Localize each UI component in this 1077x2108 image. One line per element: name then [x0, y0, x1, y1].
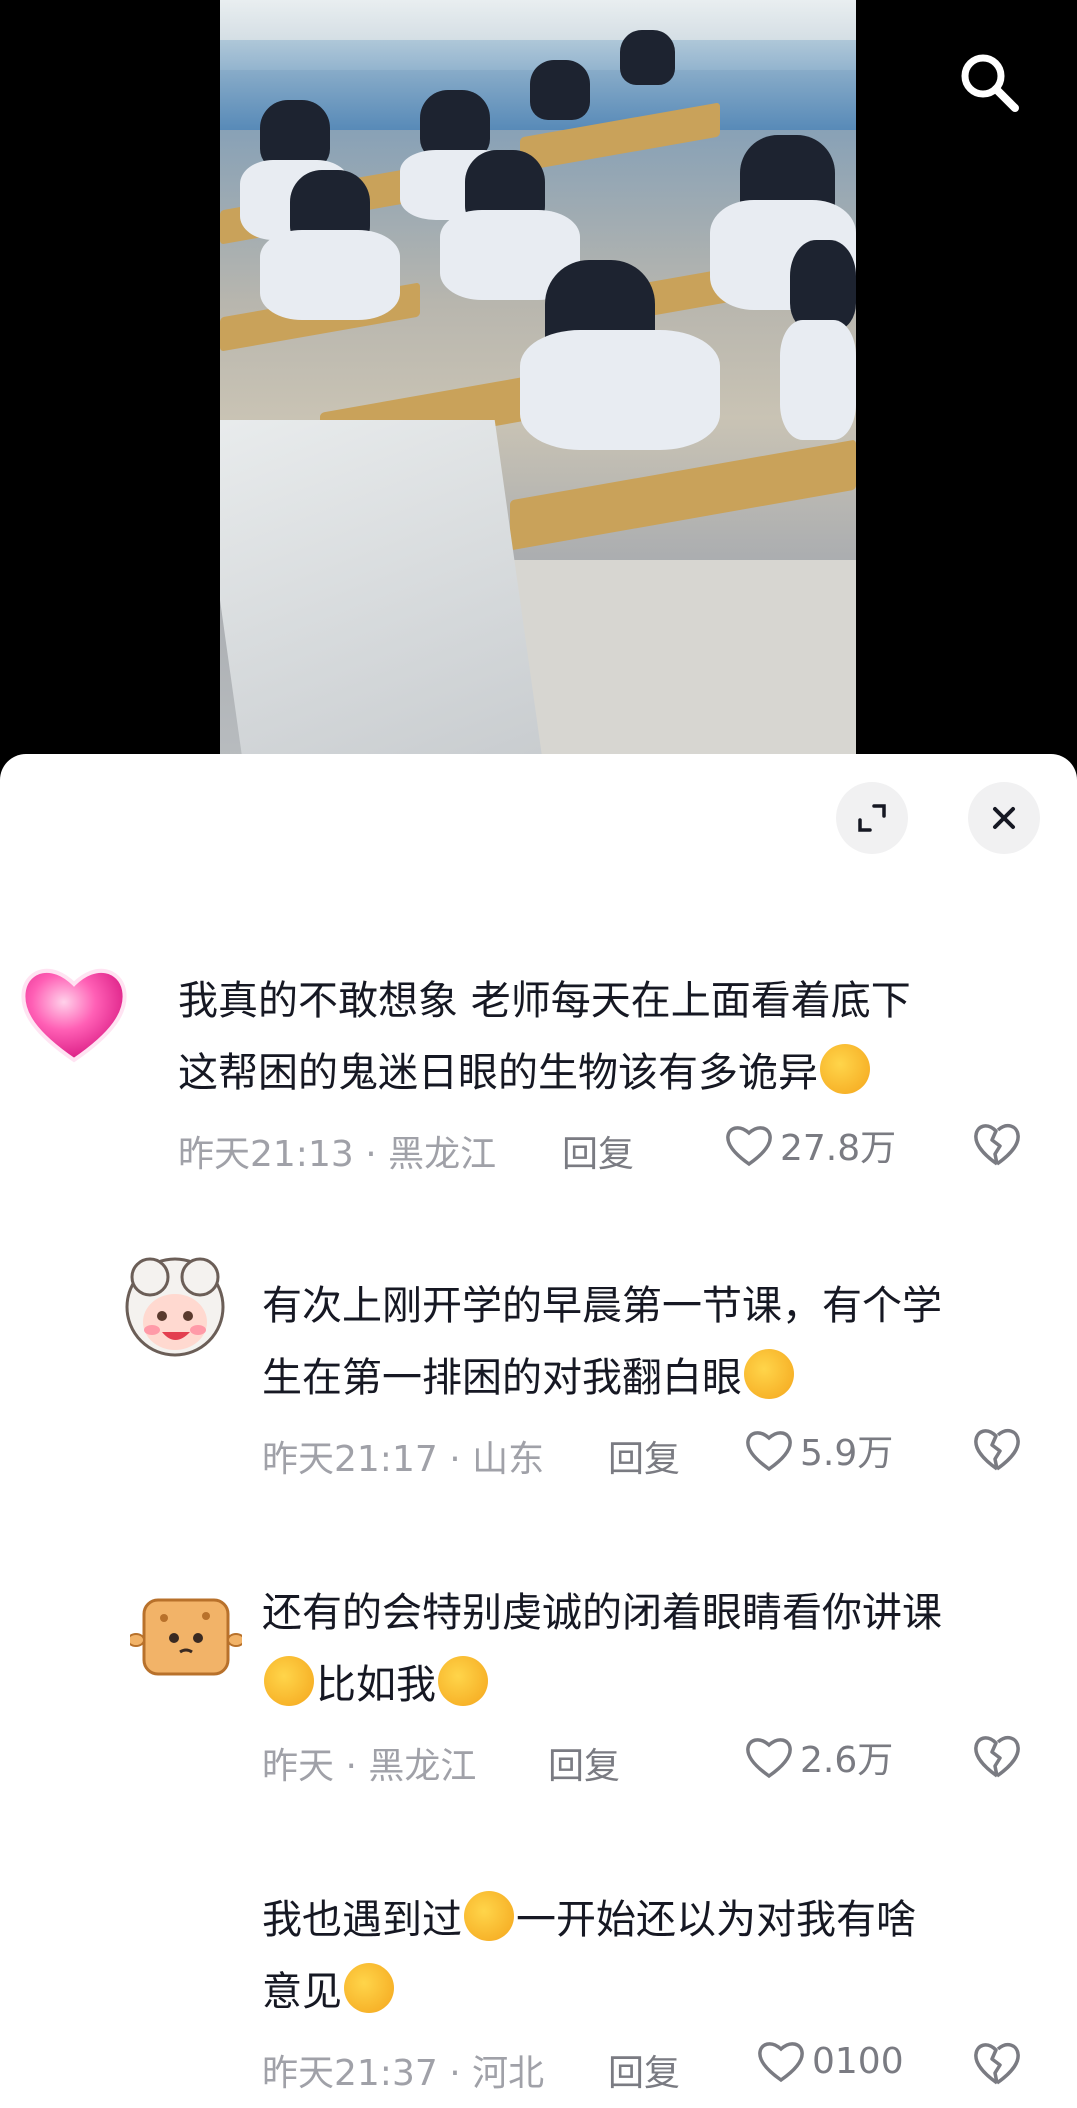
like-button[interactable]: 0100 — [756, 2038, 904, 2084]
comment-line-text: 一开始还以为对我有啥 — [516, 1897, 916, 1943]
crying-laughing-emoji-icon — [344, 1963, 394, 2013]
student — [790, 240, 856, 330]
comment-line-text: 意见 — [262, 1969, 342, 2015]
student — [780, 320, 856, 440]
comment-line: 有次上刚开学的早晨第一节课，有个学 — [262, 1283, 942, 1329]
comment-line-text: 生在第一排困的对我翻白眼 — [262, 1355, 742, 1401]
comment-text: 有次上刚开学的早晨第一节课，有个学 生在第一排困的对我翻白眼 — [262, 1270, 942, 1414]
yawn-emoji-icon — [744, 1349, 794, 1399]
comment-time: 昨天 — [262, 1746, 335, 1787]
heart-outline-icon — [726, 1126, 772, 1167]
sheep-icon — [125, 1257, 225, 1357]
student — [530, 60, 590, 120]
comment-line-text: 比如我 — [316, 1662, 436, 1708]
like-count: 5.9万 — [800, 1433, 894, 1474]
teacher-desk — [220, 420, 546, 760]
comment-line: 比如我 — [262, 1649, 942, 1721]
cartoon-sheep-avatar[interactable] — [110, 1252, 240, 1372]
desk — [510, 439, 856, 551]
comment-line: 还有的会特别虔诚的闭着眼睛看你讲课 — [262, 1590, 942, 1636]
comment-time: 昨天21:13 — [178, 1134, 354, 1175]
comment-meta: 昨天21:37 · 河北 — [262, 2044, 544, 2096]
heart-icon — [21, 968, 127, 1063]
dislike-button[interactable] — [972, 1120, 1022, 1168]
comment-meta: 昨天21:17 · 山东 — [262, 1430, 544, 1482]
reply-button[interactable]: 回复 — [608, 2044, 680, 2096]
student — [260, 230, 400, 320]
like-button[interactable]: 27.8万 — [724, 1119, 896, 1171]
crying-laughing-emoji-icon — [264, 1656, 314, 1706]
comment-location: 山东 — [472, 1439, 545, 1480]
video-area[interactable] — [0, 0, 1077, 780]
comment-line-text: 我也遇到过 — [262, 1897, 462, 1943]
video-frame[interactable] — [220, 0, 856, 760]
comment-line-text: 这帮困的鬼迷日眼的生物该有多诡异 — [178, 1050, 818, 1096]
separator: · — [345, 1746, 357, 1787]
headphones-emoji-icon — [438, 1656, 488, 1706]
comment-meta: 昨天21:13 · 黑龙江 — [178, 1125, 496, 1177]
like-button[interactable]: 5.9万 — [744, 1424, 893, 1476]
search-icon — [961, 54, 1019, 112]
comment-location: 河北 — [472, 2053, 545, 2094]
close-icon — [993, 807, 1015, 829]
expand-icon — [858, 804, 886, 832]
comment-line: 生在第一排困的对我翻白眼 — [262, 1342, 942, 1414]
comment-text: 我真的不敢想象 老师每天在上面看着底下 这帮困的鬼迷日眼的生物该有多诡异 — [178, 965, 911, 1109]
like-count: 27.8万 — [780, 1128, 897, 1169]
student — [620, 30, 675, 85]
comment-location: 黑龙江 — [368, 1746, 477, 1787]
dislike-button[interactable] — [972, 1732, 1022, 1780]
expand-button[interactable] — [836, 782, 908, 854]
heart-outline-icon — [746, 1738, 792, 1779]
broken-heart-icon — [974, 2042, 1020, 2085]
heart-outline-icon — [746, 1431, 792, 1472]
like-count: 0100 — [812, 2040, 904, 2082]
reply-button[interactable]: 回复 — [548, 1737, 620, 1789]
comment-line: 我也遇到过 一开始还以为对我有啥 — [262, 1884, 916, 1956]
heart-outline-icon — [758, 2042, 804, 2083]
comment-line: 这帮困的鬼迷日眼的生物该有多诡异 — [178, 1037, 911, 1109]
comment-text: 还有的会特别虔诚的闭着眼睛看你讲课 比如我 — [262, 1577, 942, 1721]
comment-line: 我真的不敢想象 老师每天在上面看着底下 — [178, 978, 911, 1024]
dislike-button[interactable] — [972, 2039, 1022, 2087]
reply-button[interactable]: 回复 — [562, 1125, 634, 1177]
dislike-button[interactable] — [972, 1425, 1022, 1473]
close-button[interactable] — [968, 782, 1040, 854]
comment-time: 昨天21:37 — [262, 2053, 438, 2094]
broken-heart-icon — [974, 1428, 1020, 1471]
hug-emoji-icon — [820, 1044, 870, 1094]
comment-text: 我也遇到过 一开始还以为对我有啥 意见 — [262, 1884, 916, 2028]
like-button[interactable]: 2.6万 — [744, 1731, 893, 1783]
comment-meta: 昨天 · 黑龙江 — [262, 1737, 476, 1789]
search-button[interactable] — [955, 48, 1025, 118]
pink-heart-avatar[interactable] — [16, 956, 132, 1072]
separator: · — [449, 1439, 461, 1480]
broken-heart-icon — [974, 1123, 1020, 1166]
laughing-emoji-icon — [464, 1891, 514, 1941]
separator: · — [365, 1134, 377, 1175]
comment-time: 昨天21:17 — [262, 1439, 438, 1480]
reply-button[interactable]: 回复 — [608, 1430, 680, 1482]
student — [520, 330, 720, 450]
cookie-icon — [130, 1598, 242, 1676]
cookie-avatar[interactable] — [130, 1592, 242, 1688]
comment-line: 意见 — [262, 1956, 916, 2028]
separator: · — [449, 2053, 461, 2094]
broken-heart-icon — [974, 1735, 1020, 1778]
like-count: 2.6万 — [800, 1740, 894, 1781]
comment-location: 黑龙江 — [388, 1134, 497, 1175]
